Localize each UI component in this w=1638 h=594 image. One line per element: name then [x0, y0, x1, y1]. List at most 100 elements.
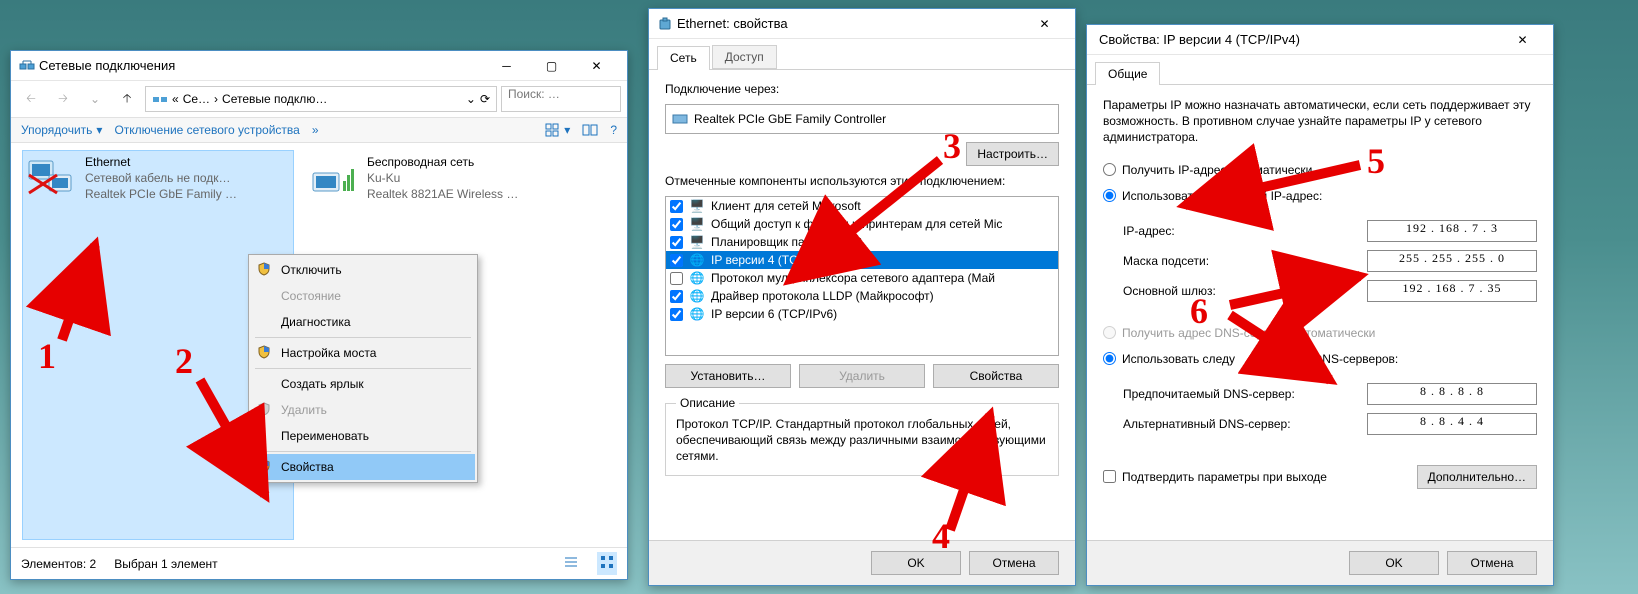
checkbox[interactable]	[670, 290, 683, 303]
radio[interactable]	[1103, 163, 1116, 176]
ctx-diagnostics[interactable]: Диагностика	[251, 309, 475, 335]
minimize-button[interactable]: ─	[484, 52, 529, 80]
list-item[interactable]: 🖥️Общий доступ к файлам и принтерам для …	[666, 215, 1058, 233]
up-button[interactable]: 🡡	[113, 85, 141, 113]
configure-button[interactable]: Настроить…	[966, 142, 1059, 166]
item-count: Элементов: 2	[21, 557, 96, 571]
connection-status: Сетевой кабель не подк…	[85, 171, 237, 185]
close-button[interactable]: ✕	[574, 52, 619, 80]
tab-access[interactable]: Доступ	[712, 45, 777, 69]
checkbox[interactable]	[670, 218, 683, 231]
more-commands[interactable]: »	[312, 123, 319, 137]
preferred-dns-field[interactable]: 8 . 8 . 8 . 8	[1367, 383, 1537, 405]
qos-icon: 🖥️	[689, 235, 705, 249]
breadcrumb-separator: ›	[214, 92, 218, 106]
checkbox[interactable]	[670, 236, 683, 249]
service-icon: 🖥️	[689, 217, 705, 231]
radio[interactable]	[1103, 189, 1116, 202]
disable-device-cmd[interactable]: Отключение сетевого устройства	[114, 123, 299, 137]
ethernet-properties-dialog: Ethernet: свойства ✕ Сеть Доступ Подключ…	[648, 8, 1076, 586]
breadcrumb-part[interactable]: «	[172, 92, 179, 106]
checkbox[interactable]	[670, 254, 683, 267]
components-label: Отмеченные компоненты используются этим …	[665, 174, 1059, 188]
list-item[interactable]: 🌐IP версии 6 (TCP/IPv6)	[666, 305, 1058, 323]
advanced-button[interactable]: Дополнительно…	[1417, 465, 1537, 489]
ok-button[interactable]: OK	[871, 551, 961, 575]
view-icon[interactable]: ▾	[544, 122, 570, 138]
list-item[interactable]: 🖥️Планировщик пакетов QoS	[666, 233, 1058, 251]
cancel-button[interactable]: Отмена	[969, 551, 1059, 575]
tab-network[interactable]: Сеть	[657, 46, 710, 70]
alternate-dns-field[interactable]: 8 . 8 . 4 . 4	[1367, 413, 1537, 435]
breadcrumb-part[interactable]: Се…	[183, 92, 210, 106]
checkbox[interactable]	[670, 308, 683, 321]
uninstall-button: Удалить	[799, 364, 925, 388]
ctx-status: Состояние	[251, 283, 475, 309]
ctx-bridge[interactable]: Настройка моста	[251, 340, 475, 366]
ethernet-jack-icon	[657, 16, 673, 32]
install-button[interactable]: Установить…	[665, 364, 791, 388]
ctx-delete: Удалить	[251, 397, 475, 423]
checkbox[interactable]	[670, 272, 683, 285]
window-title: Сетевые подключения	[35, 58, 484, 73]
checkbox[interactable]	[670, 200, 683, 213]
close-button[interactable]: ✕	[1500, 26, 1545, 54]
radio-auto-dns: Получить адрес DNS-сервера автоматически	[1103, 323, 1537, 343]
ok-button[interactable]: OK	[1349, 551, 1439, 575]
tab-general[interactable]: Общие	[1095, 62, 1160, 85]
connection-name: Ethernet	[85, 155, 237, 169]
refresh-icon[interactable]: ⟳	[480, 92, 490, 106]
list-item[interactable]: 🌐Драйвер протокола LLDP (Майкрософт)	[666, 287, 1058, 305]
mask-label: Маска подсети:	[1123, 254, 1209, 268]
organize-menu[interactable]: Упорядочить ▾	[21, 123, 102, 137]
gateway-field[interactable]: 192 . 168 . 7 . 35	[1367, 280, 1537, 302]
radio-manual-ip[interactable]: Использовать следующий IP-адрес:	[1103, 186, 1537, 206]
connect-using-label: Подключение через:	[665, 82, 1059, 96]
radio-manual-dns[interactable]: Использовать следующие адреса DNS-сервер…	[1103, 349, 1537, 369]
adapter-name: Realtek PCIe GbE Family Controller	[694, 112, 886, 126]
description-group: Описание Протокол TCP/IP. Стандартный пр…	[665, 396, 1059, 476]
list-item-ipv4[interactable]: 🌐IP версии 4 (TCP/IPv4)	[666, 251, 1058, 269]
back-button[interactable]: 🡠	[17, 85, 45, 113]
adapter-field: Realtek PCIe GbE Family Controller	[665, 104, 1059, 134]
ctx-shortcut[interactable]: Создать ярлык	[251, 371, 475, 397]
separator	[255, 337, 471, 338]
list-item[interactable]: 🖥️Клиент для сетей Microsoft	[666, 197, 1058, 215]
radio-auto-ip[interactable]: Получить IP-адрес автоматически	[1103, 160, 1537, 180]
connection-name: Беспроводная сеть	[367, 155, 518, 169]
cancel-button[interactable]: Отмена	[1447, 551, 1537, 575]
wifi-icon	[309, 155, 357, 197]
components-listbox[interactable]: 🖥️Клиент для сетей Microsoft 🖥️Общий дос…	[665, 196, 1059, 356]
breadcrumb-part[interactable]: Сетевые подклю…	[222, 92, 327, 106]
address-bar[interactable]: « Се… › Сетевые подклю… ⌄ ⟳	[145, 86, 497, 112]
ethernet-icon	[27, 155, 75, 197]
radio[interactable]	[1103, 352, 1116, 365]
ip-address-field[interactable]: 192 . 168 . 7 . 3	[1367, 220, 1537, 242]
protocol-icon: 🌐	[689, 271, 705, 285]
subnet-mask-field[interactable]: 255 . 255 . 255 . 0	[1367, 250, 1537, 272]
maximize-button[interactable]: ▢	[529, 52, 574, 80]
recent-dropdown[interactable]: ⌄	[81, 85, 109, 113]
details-view-icon[interactable]	[563, 554, 579, 573]
titlebar[interactable]: Ethernet: свойства ✕	[649, 9, 1075, 39]
titlebar[interactable]: Свойства: IP версии 4 (TCP/IPv4) ✕	[1087, 25, 1553, 55]
properties-button[interactable]: Свойства	[933, 364, 1059, 388]
search-box[interactable]: Поиск: …	[501, 86, 621, 112]
forward-button[interactable]: 🡢	[49, 85, 77, 113]
ctx-rename[interactable]: Переименовать	[251, 423, 475, 449]
ctx-disable[interactable]: Отключить	[251, 257, 475, 283]
titlebar[interactable]: Сетевые подключения ─ ▢ ✕	[11, 51, 627, 81]
close-button[interactable]: ✕	[1022, 10, 1067, 38]
ctx-properties[interactable]: Свойства	[251, 454, 475, 480]
tiles-view-icon[interactable]	[597, 552, 617, 575]
preview-icon[interactable]	[582, 122, 598, 138]
connection-status: Ku-Ku	[367, 171, 518, 185]
connection-adapter: Realtek 8821AE Wireless …	[367, 187, 518, 201]
context-menu: Отключить Состояние Диагностика Настройк…	[248, 254, 478, 483]
validate-checkbox[interactable]	[1103, 470, 1116, 483]
help-icon[interactable]: ?	[610, 123, 617, 137]
list-item[interactable]: 🌐Протокол мультиплексора сетевого адапте…	[666, 269, 1058, 287]
ipv4-properties-dialog: Свойства: IP версии 4 (TCP/IPv4) ✕ Общие…	[1086, 24, 1554, 586]
validate-checkbox-row[interactable]: Подтвердить параметры при выходе	[1103, 470, 1327, 484]
dropdown-icon[interactable]: ⌄	[466, 92, 476, 106]
